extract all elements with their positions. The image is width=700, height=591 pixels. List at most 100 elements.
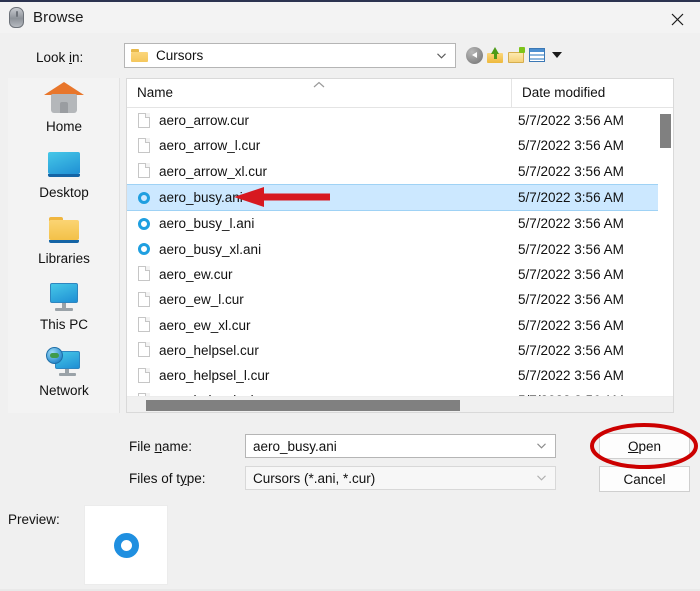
- file-list: Name Date modified aero_arrow.cur 5/7/202…: [126, 78, 674, 413]
- chevron-down-icon[interactable]: [550, 49, 563, 62]
- look-in-combobox[interactable]: Cursors: [124, 43, 456, 68]
- sidebar-item-this-pc[interactable]: This PC: [8, 278, 120, 345]
- file-icon: [137, 316, 153, 334]
- horizontal-scrollbar[interactable]: [127, 396, 673, 412]
- vertical-scrollbar[interactable]: [658, 108, 673, 386]
- horizontal-scrollbar-thumb[interactable]: [146, 400, 460, 411]
- file-date-cell: 5/7/2022 3:56 AM: [518, 266, 624, 282]
- table-row[interactable]: aero_ew.cur 5/7/2022 3:56 AM: [127, 262, 673, 287]
- file-name-value: aero_busy.ani: [253, 438, 337, 454]
- file-date-cell: 5/7/2022 3:56 AM: [518, 113, 624, 129]
- up-folder-icon[interactable]: [487, 46, 504, 64]
- sidebar-item-home[interactable]: Home: [8, 80, 120, 147]
- file-icon: [137, 367, 153, 385]
- file-icon: [137, 265, 153, 283]
- column-header-name[interactable]: Name: [127, 79, 512, 107]
- table-row[interactable]: aero_busy_l.ani 5/7/2022 3:56 AM: [127, 211, 673, 236]
- file-date-cell: 5/7/2022 3:56 AM: [518, 216, 624, 232]
- libraries-folder-icon: [44, 212, 84, 248]
- sidebar-item-label: Network: [39, 383, 89, 398]
- open-button[interactable]: Open: [599, 433, 690, 459]
- file-name-cell: aero_helpsel_l.cur: [159, 368, 270, 384]
- file-name-cell: aero_ew.cur: [159, 266, 233, 282]
- new-folder-icon[interactable]: [508, 46, 525, 64]
- file-icon: [137, 162, 153, 180]
- column-header-label: Date modified: [522, 85, 606, 100]
- sidebar-item-label: Home: [45, 119, 82, 134]
- preview-box: [84, 505, 168, 585]
- sidebar-item-label: This PC: [39, 317, 88, 332]
- busy-ring-icon: [137, 240, 153, 258]
- vertical-scrollbar-thumb[interactable]: [660, 114, 671, 148]
- table-row[interactable]: aero_busy.ani 5/7/2022 3:56 AM: [127, 183, 673, 212]
- mouse-icon: [9, 7, 24, 28]
- title-bar-left: Browse: [9, 7, 84, 28]
- file-date-cell: 5/7/2022 3:56 AM: [518, 317, 624, 333]
- file-icon: [137, 291, 153, 309]
- look-in-label: Look in:: [36, 50, 84, 65]
- file-name-input[interactable]: aero_busy.ani: [245, 434, 556, 458]
- chevron-down-icon[interactable]: [537, 443, 546, 449]
- network-icon: [44, 344, 84, 380]
- title-bar: Browse: [0, 0, 700, 33]
- cancel-button[interactable]: Cancel: [599, 466, 690, 492]
- column-header-date-modified[interactable]: Date modified: [512, 79, 673, 107]
- look-in-value: Cursors: [156, 48, 204, 63]
- table-row[interactable]: aero_helpsel_l.cur 5/7/2022 3:56 AM: [127, 363, 673, 388]
- table-row[interactable]: aero_arrow_xl.cur 5/7/2022 3:56 AM: [127, 159, 673, 184]
- table-row[interactable]: aero_ew_l.cur 5/7/2022 3:56 AM: [127, 287, 673, 312]
- file-name-cell: aero_arrow_l.cur: [159, 138, 261, 154]
- dialog-toolbar: [466, 44, 563, 66]
- file-date-cell: 5/7/2022 3:56 AM: [518, 368, 624, 384]
- file-name-cell: aero_ew_l.cur: [159, 292, 244, 308]
- sidebar-item-desktop[interactable]: Desktop: [8, 146, 120, 213]
- busy-ring-icon: [113, 532, 139, 558]
- window-title: Browse: [33, 9, 84, 26]
- views-icon[interactable]: [529, 47, 546, 64]
- file-date-cell: 5/7/2022 3:56 AM: [518, 190, 624, 206]
- home-icon: [44, 80, 84, 116]
- file-icon: [137, 137, 153, 155]
- file-name-label: File name:: [129, 439, 193, 454]
- files-of-type-select[interactable]: Cursors (*.ani, *.cur): [245, 466, 556, 490]
- file-name-cell: aero_arrow_xl.cur: [159, 163, 268, 179]
- file-name-cell: aero_arrow.cur: [159, 113, 250, 129]
- file-date-cell: 5/7/2022 3:56 AM: [518, 241, 624, 257]
- file-icon: [137, 112, 153, 130]
- table-row[interactable]: aero_arrow_l.cur 5/7/2022 3:56 AM: [127, 133, 673, 158]
- file-list-header: Name Date modified: [127, 79, 673, 108]
- sidebar-item-libraries[interactable]: Libraries: [8, 212, 120, 279]
- file-date-cell: 5/7/2022 3:56 AM: [518, 138, 624, 154]
- chevron-down-icon[interactable]: [537, 475, 546, 481]
- table-row[interactable]: aero_helpsel.cur 5/7/2022 3:56 AM: [127, 338, 673, 363]
- table-row[interactable]: aero_busy_xl.ani 5/7/2022 3:56 AM: [127, 236, 673, 261]
- file-name-cell: aero_busy_xl.ani: [159, 241, 262, 257]
- files-of-type-label: Files of type:: [129, 471, 206, 486]
- table-row[interactable]: aero_ew_xl.cur 5/7/2022 3:56 AM: [127, 312, 673, 337]
- file-name-cell: aero_busy_l.ani: [159, 216, 255, 232]
- close-button[interactable]: [654, 4, 700, 35]
- desktop-icon: [44, 146, 84, 182]
- places-sidebar: Home Desktop Libraries This PC Network: [8, 78, 120, 413]
- file-name-cell: aero_ew_xl.cur: [159, 317, 251, 333]
- file-rows: aero_arrow.cur 5/7/2022 3:56 AM aero_arrow…: [127, 108, 673, 408]
- column-header-label: Name: [137, 85, 174, 100]
- back-icon[interactable]: [466, 46, 483, 64]
- busy-ring-icon: [137, 189, 153, 207]
- sidebar-item-network[interactable]: Network: [8, 344, 120, 411]
- preview-label: Preview:: [8, 512, 60, 527]
- browse-file-dialog: Browse Look in: Cursors Home Desktop Lib…: [0, 0, 700, 591]
- chevron-down-icon[interactable]: [437, 52, 446, 59]
- computer-icon: [44, 278, 84, 314]
- folder-icon: [131, 49, 148, 62]
- chevron-up-icon: [313, 81, 325, 89]
- sidebar-item-label: Libraries: [38, 251, 90, 266]
- file-date-cell: 5/7/2022 3:56 AM: [518, 292, 624, 308]
- busy-ring-icon: [137, 215, 153, 233]
- close-icon: [671, 13, 683, 26]
- file-date-cell: 5/7/2022 3:56 AM: [518, 163, 624, 179]
- table-row[interactable]: aero_arrow.cur 5/7/2022 3:56 AM: [127, 108, 673, 133]
- sidebar-item-label: Desktop: [39, 185, 89, 200]
- file-icon: [137, 341, 153, 359]
- file-name-cell: aero_helpsel.cur: [159, 342, 259, 358]
